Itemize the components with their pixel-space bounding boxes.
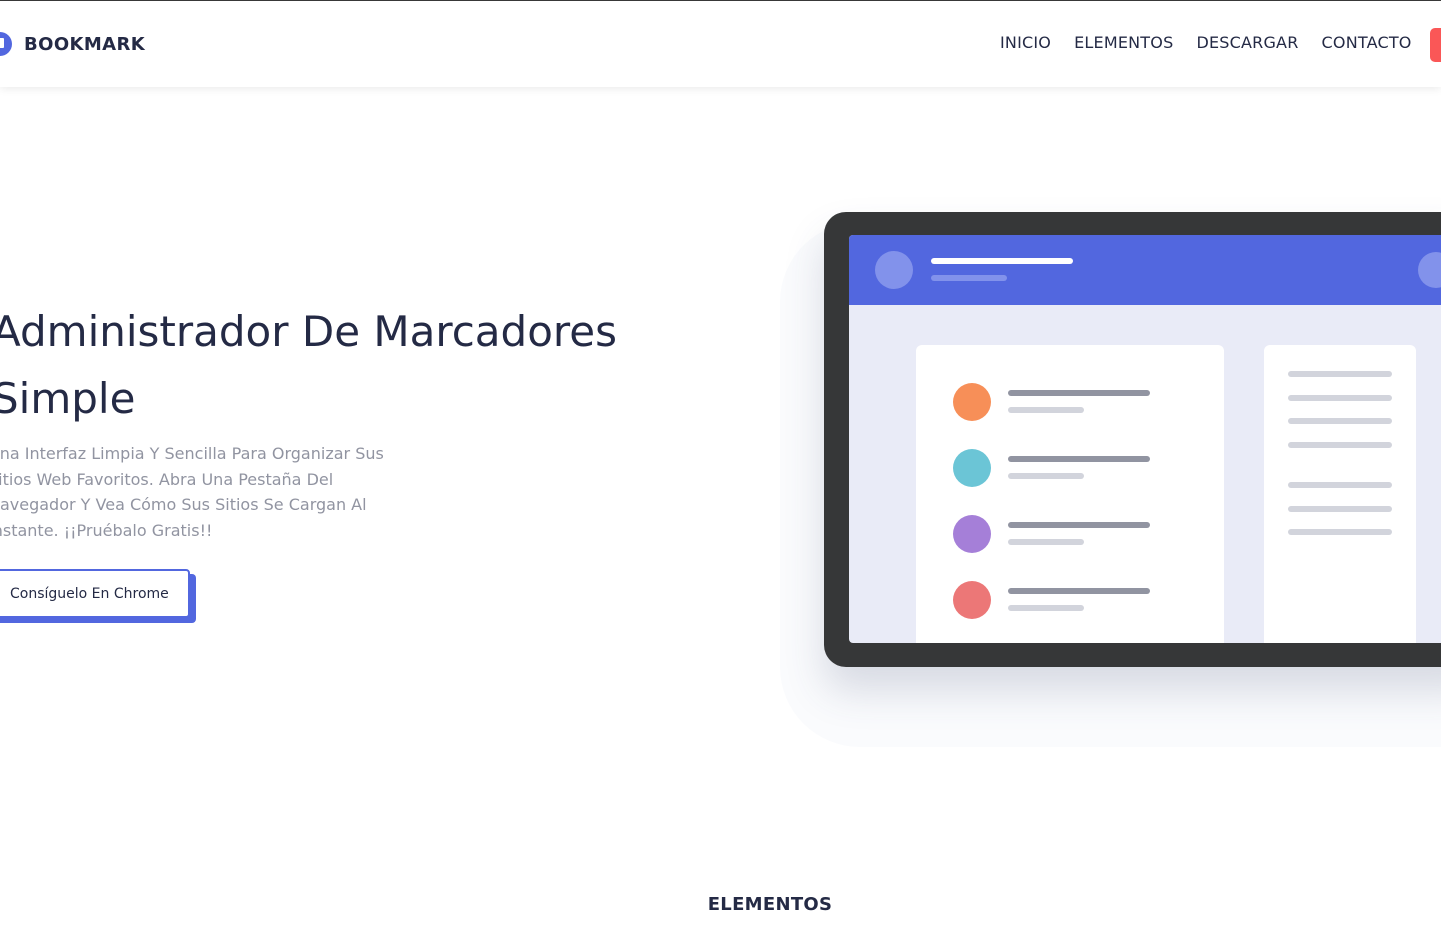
navbar: BOOKMARK INICIO ELEMENTOS DESCARGAR CONT… bbox=[0, 1, 1441, 87]
list-line bbox=[1008, 588, 1150, 594]
bookmark-logo-icon bbox=[0, 32, 12, 56]
list-line bbox=[1008, 522, 1150, 528]
list-line bbox=[1008, 456, 1150, 462]
list-subline bbox=[1008, 407, 1084, 413]
side-line bbox=[1288, 371, 1392, 377]
header-right-circle-icon bbox=[1418, 252, 1441, 288]
nav-item-elementos[interactable]: ELEMENTOS bbox=[1074, 33, 1173, 52]
list-dot-icon bbox=[953, 515, 991, 553]
list-subline bbox=[1008, 605, 1084, 611]
side-line bbox=[1288, 529, 1392, 535]
get-chrome-button[interactable]: Consíguelo En Chrome bbox=[0, 569, 190, 618]
side-line bbox=[1288, 482, 1392, 488]
list-dot-icon bbox=[953, 449, 991, 487]
list-dot-icon bbox=[953, 383, 991, 421]
nav-links: INICIO ELEMENTOS DESCARGAR CONTACTO bbox=[1000, 33, 1435, 52]
list-dot-icon bbox=[953, 581, 991, 619]
logo-text: BOOKMARK bbox=[24, 33, 146, 55]
nav-item-contacto[interactable]: CONTACTO bbox=[1322, 33, 1412, 52]
side-text-card bbox=[1264, 345, 1416, 643]
logo[interactable]: BOOKMARK bbox=[0, 32, 145, 56]
list-line bbox=[1008, 390, 1150, 396]
nav-login-button[interactable] bbox=[1430, 28, 1441, 62]
section-title-elementos: ELEMENTOS bbox=[707, 894, 833, 915]
list-subline bbox=[1008, 473, 1084, 479]
chrome-button-wrapper: Consíguelo En Chrome bbox=[0, 569, 196, 623]
side-line bbox=[1288, 442, 1392, 448]
header-title-bar bbox=[931, 258, 1073, 264]
nav-item-descargar[interactable]: DESCARGAR bbox=[1196, 33, 1298, 52]
hero-description: Una Interfaz Limpia Y Sencilla Para Orga… bbox=[0, 444, 384, 540]
header-subtitle-bar bbox=[931, 275, 1007, 281]
nav-item-inicio[interactable]: INICIO bbox=[1000, 33, 1051, 52]
side-line bbox=[1288, 395, 1392, 401]
hero-title: Administrador De Marcadores Simple bbox=[0, 307, 617, 423]
screen-header bbox=[849, 235, 1441, 305]
avatar-circle-icon bbox=[875, 251, 913, 289]
list-subline bbox=[1008, 539, 1084, 545]
tablet-screen bbox=[849, 235, 1441, 643]
side-line bbox=[1288, 506, 1392, 512]
side-line bbox=[1288, 418, 1392, 424]
bookmark-list-card bbox=[916, 345, 1224, 643]
